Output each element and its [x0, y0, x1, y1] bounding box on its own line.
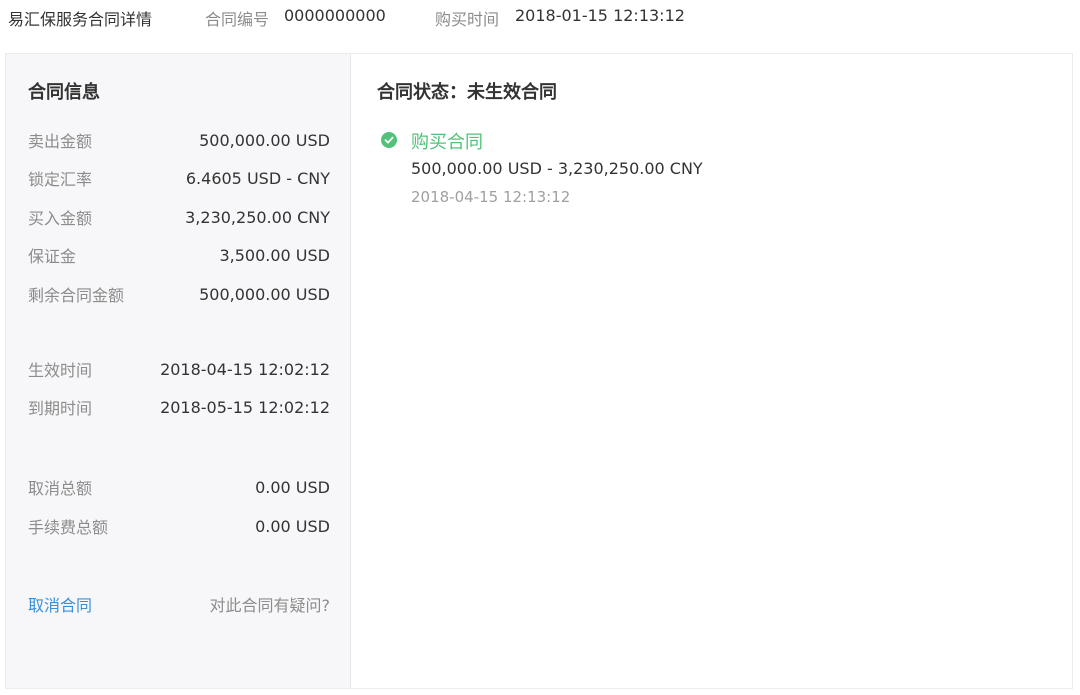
event-detail: 500,000.00 USD - 3,230,250.00 CNY [411, 159, 703, 178]
info-row-label: 保证金 [28, 247, 77, 266]
check-circle-icon [381, 132, 397, 148]
info-row-fee-total: 手续费总额 0.00 USD [28, 515, 330, 538]
info-row-value: 3,500.00 USD [219, 245, 330, 265]
contract-status-panel: 合同状态：未生效合同 购买合同 500,000.00 USD - 3,230,2… [352, 54, 1072, 688]
contract-info-heading: 合同信息 [28, 82, 100, 103]
purchase-time-label: 购买时间 [435, 10, 500, 29]
contract-card: 合同信息 卖出金额 500,000.00 USD 锁定汇率 6.4605 USD… [5, 53, 1073, 689]
info-row-value: 0.00 USD [255, 516, 330, 536]
info-row-label: 锁定汇率 [28, 170, 93, 189]
info-row-value: 0.00 USD [255, 477, 330, 497]
info-row-locked-rate: 锁定汇率 6.4605 USD - CNY [28, 167, 330, 190]
info-row-buy-amount: 买入金额 3,230,250.00 CNY [28, 206, 330, 229]
info-row-label: 手续费总额 [28, 518, 109, 537]
info-row-sell-amount: 卖出金额 500,000.00 USD [28, 129, 330, 152]
info-row-label: 卖出金额 [28, 132, 93, 151]
info-row-value: 500,000.00 USD [199, 284, 330, 304]
purchase-time-value: 2018-01-15 12:13:12 [515, 6, 685, 25]
info-row-value: 500,000.00 USD [199, 130, 330, 150]
info-row-label: 取消总额 [28, 479, 93, 498]
info-row-value: 2018-05-15 12:02:12 [160, 397, 330, 417]
info-row-value: 6.4605 USD - CNY [185, 168, 330, 188]
info-row-value: 3,230,250.00 CNY [185, 207, 330, 227]
info-row-effective-time: 生效时间 2018-04-15 12:02:12 [28, 358, 330, 381]
contract-question-link[interactable]: 对此合同有疑问? [210, 592, 331, 616]
page-title: 易汇保服务合同详情 [8, 10, 153, 29]
info-row-remaining-amount: 剩余合同金额 500,000.00 USD [28, 283, 330, 306]
contract-info-panel: 合同信息 卖出金额 500,000.00 USD 锁定汇率 6.4605 USD… [6, 54, 351, 688]
event-time: 2018-04-15 12:13:12 [411, 188, 571, 206]
info-row-label: 生效时间 [28, 361, 93, 380]
info-row-value: 2018-04-15 12:02:12 [160, 359, 330, 379]
contract-no-value: 0000000000 [284, 6, 386, 25]
event-title: 购买合同 [411, 132, 483, 153]
info-row-expiry-time: 到期时间 2018-05-15 12:02:12 [28, 396, 330, 419]
info-row-label: 剩余合同金额 [28, 286, 125, 305]
cancel-contract-link[interactable]: 取消合同 [28, 592, 92, 616]
contract-status-title: 合同状态：未生效合同 [377, 82, 557, 103]
contract-no-label: 合同编号 [205, 10, 270, 29]
info-row-cancel-total: 取消总额 0.00 USD [28, 476, 330, 499]
header-bar: 易汇保服务合同详情 合同编号 0000000000 购买时间 2018-01-1… [0, 0, 1080, 34]
info-actions: 取消合同 对此合同有疑问? [28, 593, 330, 615]
info-row-deposit: 保证金 3,500.00 USD [28, 244, 330, 267]
info-row-label: 到期时间 [28, 399, 93, 418]
info-row-label: 买入金额 [28, 209, 93, 228]
